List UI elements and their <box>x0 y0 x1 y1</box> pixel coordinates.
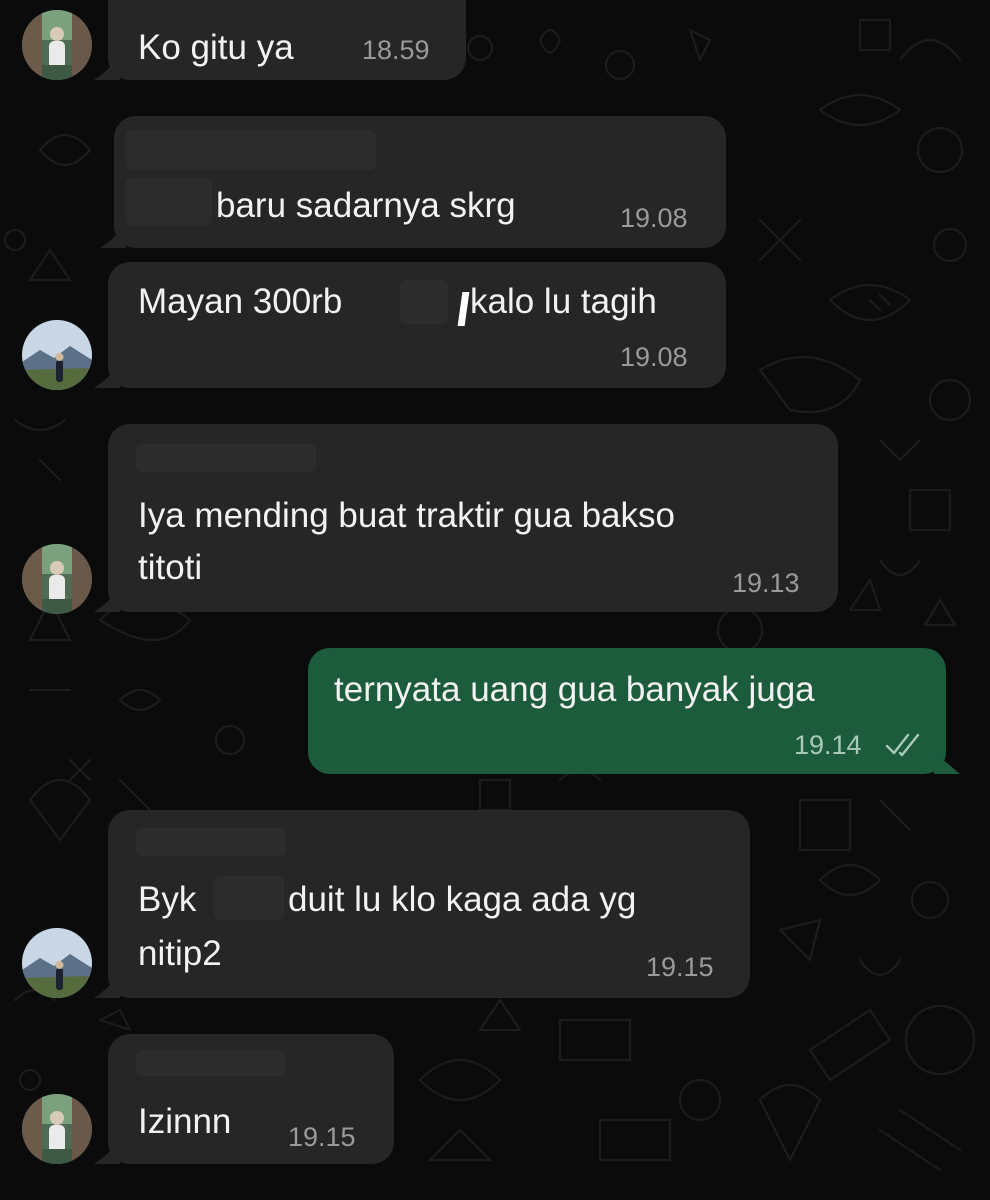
message-text: Mayan 300rb <box>138 282 343 321</box>
message-text-line: Iya mending buat traktir gua bakso <box>138 496 675 535</box>
message-bubble-incoming[interactable]: baru sadarnya skrg 19.08 <box>114 116 726 248</box>
redacted-text <box>400 280 448 324</box>
sender-avatar[interactable] <box>22 320 92 390</box>
avatar-garden-photo-icon <box>22 1094 92 1164</box>
message-bubble-incoming[interactable]: Mayan 300rb kalo lu tagih 19.08 <box>108 262 726 388</box>
message-text: kalo lu tagih <box>470 282 657 321</box>
double-check-icon <box>885 733 920 757</box>
redacted-text <box>126 178 212 226</box>
avatar-garden-photo-icon <box>22 10 92 80</box>
message-time: 18.59 <box>362 35 430 65</box>
avatar-mountain-photo-icon <box>22 320 92 390</box>
message-text: ternyata uang gua banyak juga <box>334 670 815 709</box>
message-text: baru sadarnya skrg <box>216 186 516 225</box>
message-text-line: titoti <box>138 548 203 587</box>
message-time: 19.08 <box>620 342 688 372</box>
redacted-text <box>214 876 284 920</box>
message-bubble-outgoing[interactable]: ternyata uang gua banyak juga 19.14 <box>308 648 946 774</box>
avatar-garden-photo-icon <box>22 544 92 614</box>
sender-avatar[interactable] <box>22 1094 92 1164</box>
message-bubble-incoming[interactable]: Byk duit lu klo kaga ada yg nitip2 19.15 <box>108 810 750 998</box>
message-time: 19.15 <box>288 1122 356 1152</box>
message-bubble-incoming[interactable]: Izinnn 19.15 <box>108 1034 394 1164</box>
sender-avatar[interactable] <box>22 928 92 998</box>
avatar-mountain-photo-icon <box>22 928 92 998</box>
redacted-reply-area <box>126 130 376 170</box>
message-text-line: nitip2 <box>138 934 222 973</box>
message-bubble-incoming[interactable]: Ko gitu ya 18.59 <box>108 0 466 80</box>
text-fragment-mark <box>457 292 470 326</box>
sender-avatar[interactable] <box>22 10 92 80</box>
redacted-reply-area <box>136 828 286 856</box>
message-text: Byk <box>138 880 197 919</box>
message-time: 19.15 <box>646 952 714 982</box>
message-text: Izinnn <box>138 1102 232 1141</box>
message-time: 19.14 <box>794 730 862 760</box>
chat-area[interactable]: Ko gitu ya 18.59 baru sadarnya skrg 19.0… <box>0 0 990 1200</box>
message-text: Ko gitu ya <box>138 28 294 67</box>
message-bubble-incoming[interactable]: Iya mending buat traktir gua bakso titot… <box>108 424 838 612</box>
sender-avatar[interactable] <box>22 544 92 614</box>
redacted-reply-area <box>136 1050 286 1076</box>
message-time: 19.13 <box>732 568 800 598</box>
message-time: 19.08 <box>620 203 688 233</box>
message-text: duit lu klo kaga ada yg <box>288 880 637 919</box>
redacted-reply-area <box>136 444 316 472</box>
